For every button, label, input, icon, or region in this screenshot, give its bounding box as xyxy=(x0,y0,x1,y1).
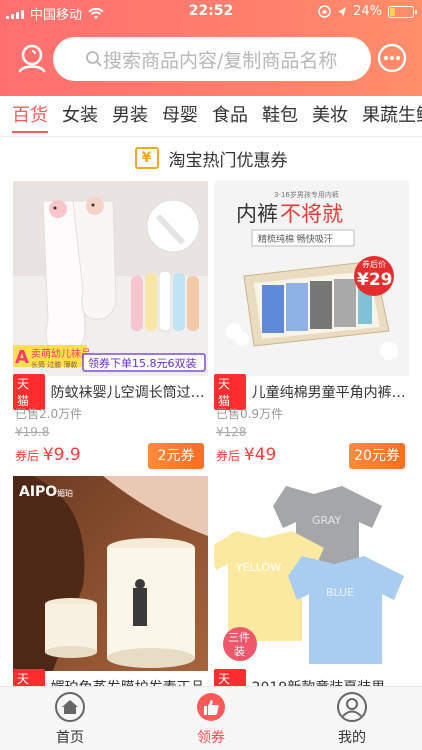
nav-coupon-label: 领券 xyxy=(197,730,225,746)
coupon-button[interactable]: 20元券 xyxy=(349,443,405,469)
price-amount: ¥49 xyxy=(243,445,277,465)
search-input[interactable]: 搜索商品内容/复制商品名称 xyxy=(53,37,371,81)
img-badge-top: 三件 xyxy=(228,631,250,644)
tab-shipin[interactable]: 食品 xyxy=(212,96,248,136)
product-image[interactable]: A 卖萌幼儿袜品 长筒 过膝 薄款 领券下单15.8元6双装 xyxy=(13,181,208,376)
img-tag-1: 卖萌幼儿袜品 xyxy=(31,347,91,360)
img-shirt-gray: GRAY xyxy=(312,514,341,527)
img-brand: AIPO xyxy=(19,484,57,500)
search-icon xyxy=(86,51,102,67)
battery-percent: 24% xyxy=(353,4,382,19)
search-placeholder: 搜索商品内容/复制商品名称 xyxy=(103,49,338,72)
product-card[interactable]: 3-16岁男孩专用内裤 内裤 不将就 精梳纯棉 畅快吸汗 券后价 ¥29 天猫 … xyxy=(214,181,409,481)
product-title[interactable]: 防蚊袜婴儿空调长筒过膝袜 xyxy=(51,382,208,402)
header: 中国移动 22:52 24% 搜索商品内容/复制商品名称 xyxy=(0,0,422,96)
nav-profile[interactable]: 我的 xyxy=(307,691,397,747)
img-subtitle: 精梳纯棉 畅快吸汗 xyxy=(258,233,333,245)
tab-nvzhuang[interactable]: 女装 xyxy=(62,96,98,136)
product-image[interactable]: 3-16岁男孩专用内裤 内裤 不将就 精梳纯棉 畅快吸汗 券后价 ¥29 xyxy=(214,181,409,376)
tab-xiebao[interactable]: 鞋包 xyxy=(262,96,298,136)
product-image[interactable]: GRAY YELLOW BLUE 三件 装 xyxy=(214,476,409,671)
nav-profile-label: 我的 xyxy=(338,730,366,746)
nav-home[interactable]: 首页 xyxy=(25,691,115,747)
svg-text:A: A xyxy=(15,347,29,368)
img-head-1: 内裤 xyxy=(236,202,278,226)
sold-count: 已售2.0万件 xyxy=(15,407,83,421)
user-icon xyxy=(337,692,367,722)
tab-meizhuang[interactable]: 美妆 xyxy=(312,96,348,136)
img-price: ¥29 xyxy=(357,270,393,290)
category-tabs: 百货 女装 男装 母婴 食品 鞋包 美妆 果蔬生鲜 xyxy=(0,96,422,136)
section-header: ¥ 淘宝热门优惠券 xyxy=(0,140,422,176)
tab-baihuo[interactable]: 百货 xyxy=(12,96,48,136)
img-brand-sub: 媚珀 xyxy=(57,488,73,498)
more-icon[interactable] xyxy=(374,40,410,76)
nav-home-label: 首页 xyxy=(56,730,84,746)
img-banner: 领券下单15.8元6双装 xyxy=(88,356,197,370)
home-icon xyxy=(55,692,85,722)
img-tag-2: 长筒 过膝 薄款 xyxy=(31,360,77,369)
original-price: ¥128 xyxy=(216,425,247,439)
img-shirt-yellow: YELLOW xyxy=(235,561,281,574)
bottom-nav: 首页 领券 我的 xyxy=(0,686,422,750)
img-head-2: 不将就 xyxy=(280,202,343,226)
lock-rotation-icon xyxy=(318,5,331,18)
product-image[interactable]: AIPO 媚珀 xyxy=(13,476,208,671)
status-bar: 中国移动 22:52 24% xyxy=(0,0,422,24)
img-price-label: 券后价 xyxy=(362,259,386,269)
location-icon xyxy=(338,6,347,17)
tab-guoshu[interactable]: 果蔬生鲜 xyxy=(362,96,422,136)
coupon-icon: ¥ xyxy=(134,147,159,169)
img-badge-bottom: 装 xyxy=(234,645,245,658)
sold-count: 已售0.9万件 xyxy=(216,407,284,421)
product-title[interactable]: 儿童纯棉男童平角内裤短裤 xyxy=(252,382,409,402)
price-label: 券后 xyxy=(15,449,40,463)
battery-icon xyxy=(388,5,417,18)
product-card[interactable]: A 卖萌幼儿袜品 长筒 过膝 薄款 领券下单15.8元6双装 天猫 防蚊袜婴儿空… xyxy=(13,181,208,481)
tab-muying[interactable]: 母婴 xyxy=(162,96,198,136)
coupon-button[interactable]: 2元券 xyxy=(148,443,204,469)
price-amount: ¥9.9 xyxy=(42,445,81,465)
divider xyxy=(0,136,422,137)
section-title: 淘宝热门优惠券 xyxy=(168,150,288,171)
thumbs-up-icon xyxy=(197,693,225,721)
logo-icon[interactable] xyxy=(14,40,50,76)
original-price: ¥19.8 xyxy=(15,425,50,439)
img-head-small: 3-16岁男孩专用内裤 xyxy=(274,190,339,199)
coupon-price: 券后 ¥9.9 xyxy=(15,445,81,465)
price-label: 券后 xyxy=(216,449,241,463)
tab-nanzhuang[interactable]: 男装 xyxy=(112,96,148,136)
img-shirt-blue: BLUE xyxy=(326,586,354,599)
coupon-price: 券后 ¥49 xyxy=(216,445,276,465)
nav-coupon[interactable]: 领券 xyxy=(166,691,256,747)
